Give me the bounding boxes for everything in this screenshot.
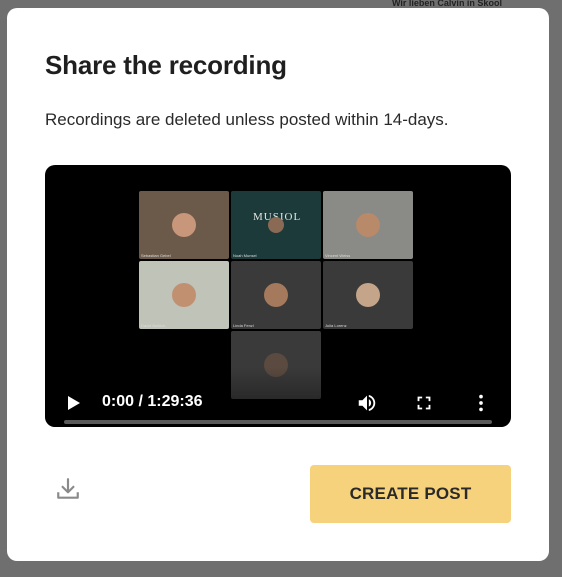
participant-face [172, 283, 196, 307]
more-vertical-icon[interactable] [470, 392, 492, 414]
participant-tile: MUSIOL Noah Munsel [231, 191, 321, 259]
participant-tile: Sebastian Gebel [139, 191, 229, 259]
participant-avatar [356, 283, 380, 307]
time-display: 0:00 / 1:29:36 [102, 393, 203, 410]
video-controls: 0:00 / 1:29:36 [45, 367, 511, 427]
video-progress-bar[interactable] [64, 420, 492, 424]
create-post-button[interactable]: CREATE POST [310, 465, 511, 523]
participant-avatar [264, 283, 288, 307]
participant-face [268, 217, 284, 233]
participant-tile: Vincent Weiss [323, 191, 413, 259]
participant-name: Julia Lorenz [325, 323, 347, 328]
participant-name: David Bollrich [141, 323, 166, 328]
recording-video-player[interactable]: Sebastian Gebel MUSIOL Noah Munsel Vince… [45, 165, 511, 427]
fullscreen-icon[interactable] [413, 392, 435, 414]
participant-tile: Linda Fenzl [231, 261, 321, 329]
participant-face [356, 213, 380, 237]
download-icon[interactable] [55, 476, 81, 502]
background-banner: Wir lieben Calvin in Skool [392, 0, 502, 6]
participant-tile: David Bollrich [139, 261, 229, 329]
dialog-subtitle: Recordings are deleted unless posted wit… [45, 110, 449, 129]
participant-name: Sebastian Gebel [141, 253, 171, 258]
play-icon[interactable] [68, 396, 80, 410]
participant-tile: Julia Lorenz [323, 261, 413, 329]
dialog-title: Share the recording [45, 50, 287, 80]
participant-name: Vincent Weiss [325, 253, 351, 258]
participant-name: Linda Fenzl [233, 323, 254, 328]
participant-name: Noah Munsel [233, 253, 257, 258]
participant-face [172, 213, 196, 237]
share-recording-dialog: Share the recording Recordings are delet… [7, 8, 549, 561]
volume-icon[interactable] [356, 392, 378, 414]
